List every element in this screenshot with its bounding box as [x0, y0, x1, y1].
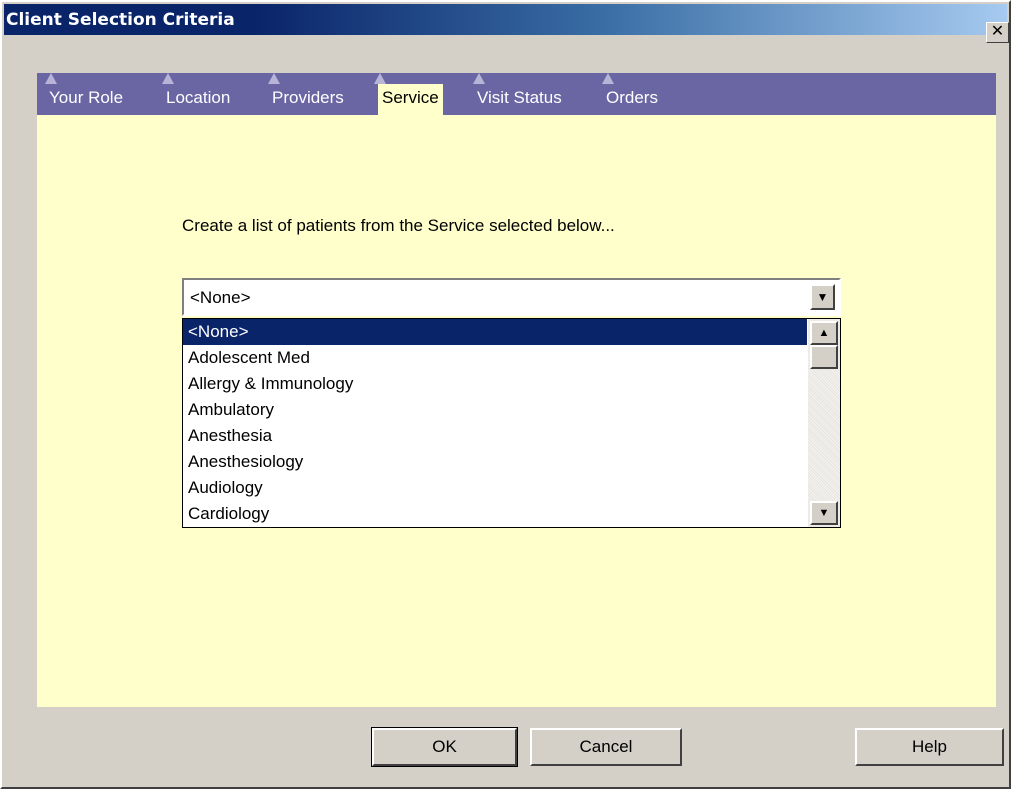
tab-providers[interactable]: Providers: [268, 73, 344, 115]
service-options-list[interactable]: <None> Adolescent Med Allergy & Immunolo…: [182, 318, 841, 528]
ok-button[interactable]: OK: [371, 727, 518, 767]
list-scrollbar[interactable]: ▲ ▼: [808, 319, 840, 527]
scroll-thumb[interactable]: [810, 345, 838, 369]
tab-orders[interactable]: Orders: [602, 73, 658, 115]
dropdown-arrow-button[interactable]: ▼: [810, 284, 835, 310]
service-dropdown-value: <None>: [190, 288, 251, 307]
list-item-cardiology[interactable]: Cardiology: [183, 501, 807, 527]
list-item-anesthesia[interactable]: Anesthesia: [183, 423, 807, 449]
chevron-down-icon: ▼: [816, 290, 829, 304]
scroll-up-button[interactable]: ▲: [810, 321, 838, 345]
scroll-down-button[interactable]: ▼: [810, 501, 838, 525]
tab-strip: Your Role Location Providers Service Vis…: [37, 73, 996, 115]
list-item-none[interactable]: <None>: [183, 319, 807, 345]
help-button[interactable]: Help: [855, 728, 1004, 766]
list-item-adolescent-med[interactable]: Adolescent Med: [183, 345, 807, 371]
list-item-audiology[interactable]: Audiology: [183, 475, 807, 501]
list-item-anesthesiology[interactable]: Anesthesiology: [183, 449, 807, 475]
cancel-button[interactable]: Cancel: [530, 728, 682, 766]
tab-service[interactable]: Service: [374, 73, 443, 115]
tab-location[interactable]: Location: [161, 73, 230, 115]
arrow-down-icon: ▼: [818, 507, 830, 519]
window-title: Client Selection Criteria: [6, 10, 235, 30]
service-tab-panel: Create a list of patients from the Servi…: [37, 115, 996, 707]
tab-visit-status[interactable]: Visit Status: [473, 73, 562, 115]
instruction-text: Create a list of patients from the Servi…: [182, 216, 615, 235]
close-button[interactable]: ✕: [986, 22, 1009, 43]
service-dropdown[interactable]: <None> ▼: [182, 278, 841, 316]
arrow-up-icon: ▲: [818, 327, 830, 339]
list-item-allergy-immunology[interactable]: Allergy & Immunology: [183, 371, 807, 397]
list-item-ambulatory[interactable]: Ambulatory: [183, 397, 807, 423]
title-bar[interactable]: Client Selection Criteria: [4, 4, 1007, 35]
close-icon: ✕: [990, 23, 1005, 40]
dialog-window: Client Selection Criteria ✕ Your Role Lo…: [0, 0, 1011, 789]
tab-your-role[interactable]: Your Role: [44, 73, 123, 115]
